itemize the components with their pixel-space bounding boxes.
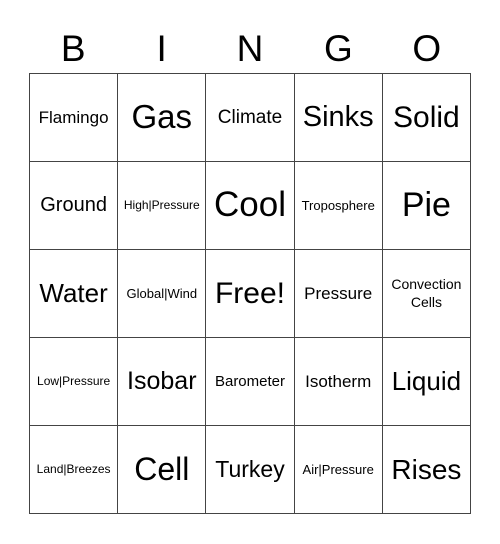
header-letter-b: B <box>60 28 86 69</box>
bingo-cell[interactable]: Cell <box>118 426 207 514</box>
bingo-cell[interactable]: Free! <box>206 250 295 338</box>
bingo-grid: Flamingo Gas Climate Sinks Solid Ground … <box>29 73 471 514</box>
bingo-header: B I N G O <box>29 26 471 72</box>
bingo-cell[interactable]: Sinks <box>294 74 383 162</box>
bingo-cell[interactable]: Pie <box>382 162 471 250</box>
bingo-cell[interactable]: Liquid <box>382 338 471 426</box>
bingo-cell[interactable]: Rises <box>382 426 471 514</box>
bingo-cell[interactable]: Flamingo <box>30 74 119 162</box>
header-letter-o: O <box>412 28 442 69</box>
header-letter-i: I <box>156 28 167 69</box>
bingo-cell[interactable]: Solid <box>382 74 471 162</box>
bingo-cell[interactable]: Ground <box>30 162 119 250</box>
bingo-cell[interactable]: Global|Wind <box>118 250 207 338</box>
header-letter-g: G <box>324 28 353 69</box>
bingo-cell[interactable]: Gas <box>118 74 207 162</box>
bingo-cell[interactable]: Barometer <box>206 338 295 426</box>
bingo-cell[interactable]: Turkey <box>206 426 295 514</box>
bingo-cell[interactable]: Isotherm <box>294 338 383 426</box>
bingo-cell[interactable]: Pressure <box>294 250 383 338</box>
bingo-cell[interactable]: Climate <box>206 74 295 162</box>
bingo-cell[interactable]: Low|Pressure <box>30 338 119 426</box>
bingo-cell[interactable]: Land|Breezes <box>30 426 119 514</box>
bingo-cell[interactable]: Air|Pressure <box>294 426 383 514</box>
bingo-cell[interactable]: Water <box>30 250 119 338</box>
bingo-cell[interactable]: High|Pressure <box>118 162 207 250</box>
bingo-cell[interactable]: Cool <box>206 162 295 250</box>
bingo-cell[interactable]: Convection Cells <box>382 250 471 338</box>
bingo-cell[interactable]: Troposphere <box>294 162 383 250</box>
header-letter-n: N <box>236 28 264 69</box>
bingo-cell[interactable]: Isobar <box>118 338 207 426</box>
